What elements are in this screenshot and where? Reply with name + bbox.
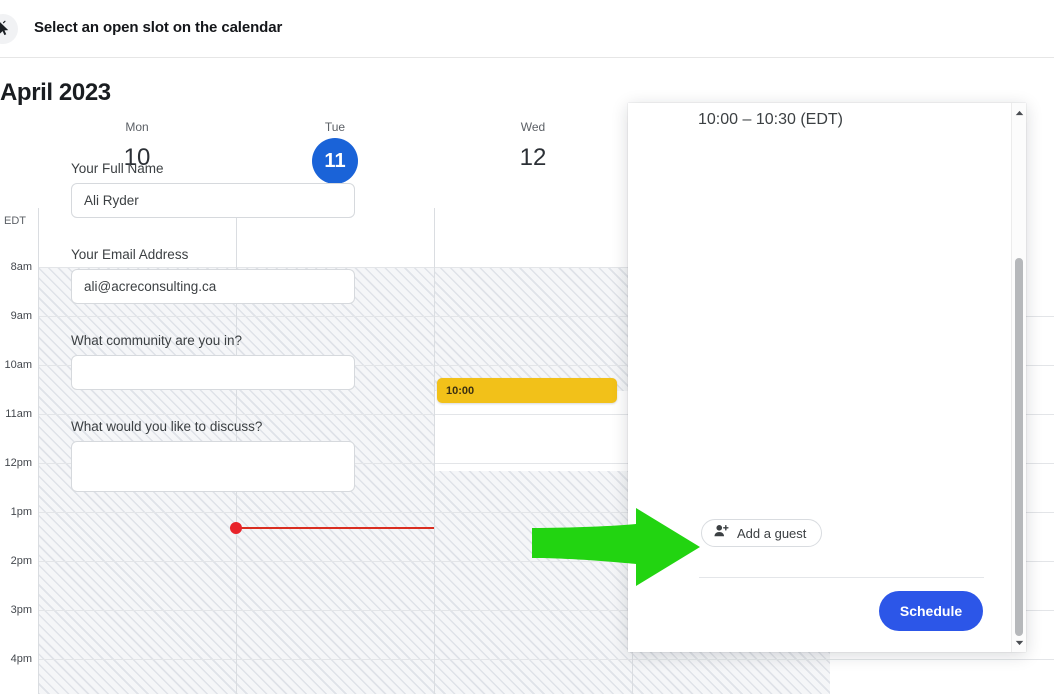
- unavailable-hatch-top: [434, 268, 632, 391]
- event-time-label: 10:00: [446, 384, 475, 397]
- hour-label: 8am: [10, 261, 32, 273]
- day-name: Mon: [125, 120, 149, 134]
- day-name: Tue: [324, 120, 346, 134]
- field-community: What community are you in?: [71, 333, 355, 390]
- field-label: What would you like to discuss?: [71, 419, 263, 434]
- hour-label: 1pm: [10, 506, 32, 518]
- hour-label: 12pm: [4, 457, 32, 469]
- grid-hline: [38, 659, 1054, 660]
- hour-label: 9am: [10, 310, 32, 322]
- field-full-name: Your Full Name: [71, 161, 355, 218]
- field-label: Your Email Address: [71, 247, 189, 262]
- full-name-input[interactable]: [71, 183, 355, 218]
- slot-time-label: 10:00 – 10:30 (EDT): [698, 111, 843, 128]
- day-number: 12: [519, 144, 547, 171]
- add-guest-button[interactable]: Add a guest: [701, 519, 823, 547]
- scroll-up-arrow-icon[interactable]: [1012, 105, 1026, 120]
- field-label: Your Full Name: [71, 161, 164, 176]
- schedule-button[interactable]: Schedule: [879, 591, 983, 631]
- timezone-label: EDT: [4, 215, 26, 227]
- panel-scrollbar[interactable]: [1011, 103, 1026, 652]
- scroll-down-arrow-icon[interactable]: [1012, 635, 1026, 650]
- hour-label: 4pm: [10, 653, 32, 665]
- panel-divider: [699, 577, 984, 578]
- cursor-click-icon: [0, 14, 18, 44]
- field-discuss: What would you like to discuss?: [71, 419, 355, 497]
- email-input[interactable]: [71, 269, 355, 304]
- instruction-bar: Select an open slot on the calendar: [0, 0, 1054, 58]
- discuss-textarea[interactable]: [71, 441, 355, 492]
- day-column-wed[interactable]: [434, 208, 632, 694]
- community-input[interactable]: [71, 355, 355, 390]
- day-name: Wed: [520, 120, 546, 134]
- unavailable-hatch-bottom: [434, 471, 632, 694]
- grid-vline: [434, 208, 435, 694]
- instruction-text: Select an open slot on the calendar: [34, 19, 283, 36]
- hour-label: 3pm: [10, 604, 32, 616]
- hour-label: 10am: [4, 359, 32, 371]
- scrollbar-thumb[interactable]: [1015, 258, 1023, 636]
- field-label: What community are you in?: [71, 333, 243, 348]
- booking-panel: 10:00 – 10:30 (EDT): [628, 103, 1026, 652]
- day-header-wed[interactable]: Wed 12: [434, 120, 632, 175]
- current-time-line: [236, 527, 434, 529]
- field-email: Your Email Address: [71, 247, 355, 304]
- grid-vline: [38, 208, 39, 694]
- current-time-dot: [230, 522, 242, 534]
- add-guest-label: Add a guest: [737, 525, 807, 541]
- hour-label: 2pm: [10, 555, 32, 567]
- calendar-event[interactable]: 10:00: [437, 378, 617, 403]
- hour-label: 11am: [5, 408, 32, 420]
- page-title: April 2023: [0, 79, 111, 106]
- person-add-icon: [714, 524, 729, 543]
